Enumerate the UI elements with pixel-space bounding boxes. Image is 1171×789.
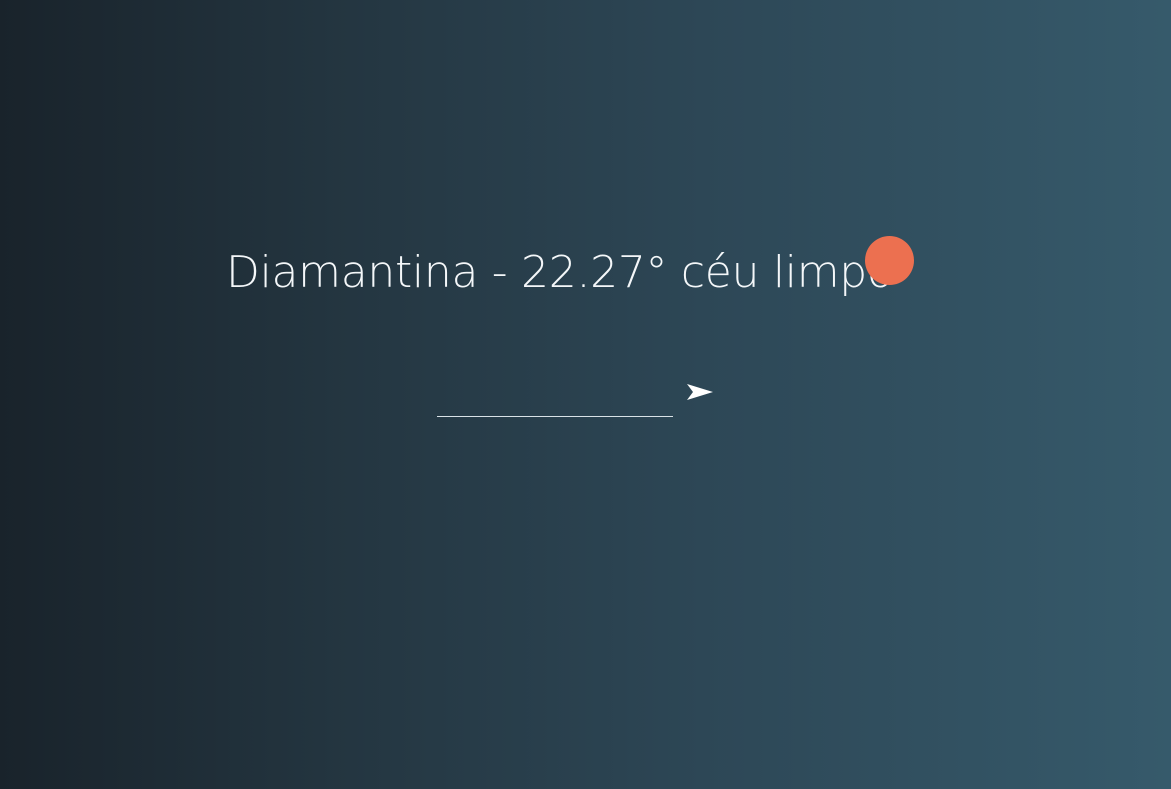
city-search-form [437,375,727,425]
sun-icon [865,236,914,285]
search-submit-button[interactable] [686,381,718,403]
weather-text: Diamantina - 22.27° céu limpo [226,247,894,298]
city-search-input[interactable] [437,387,673,417]
send-arrow-icon [687,384,713,400]
weather-display: Diamantina - 22.27° céu limpo [0,236,1171,306]
